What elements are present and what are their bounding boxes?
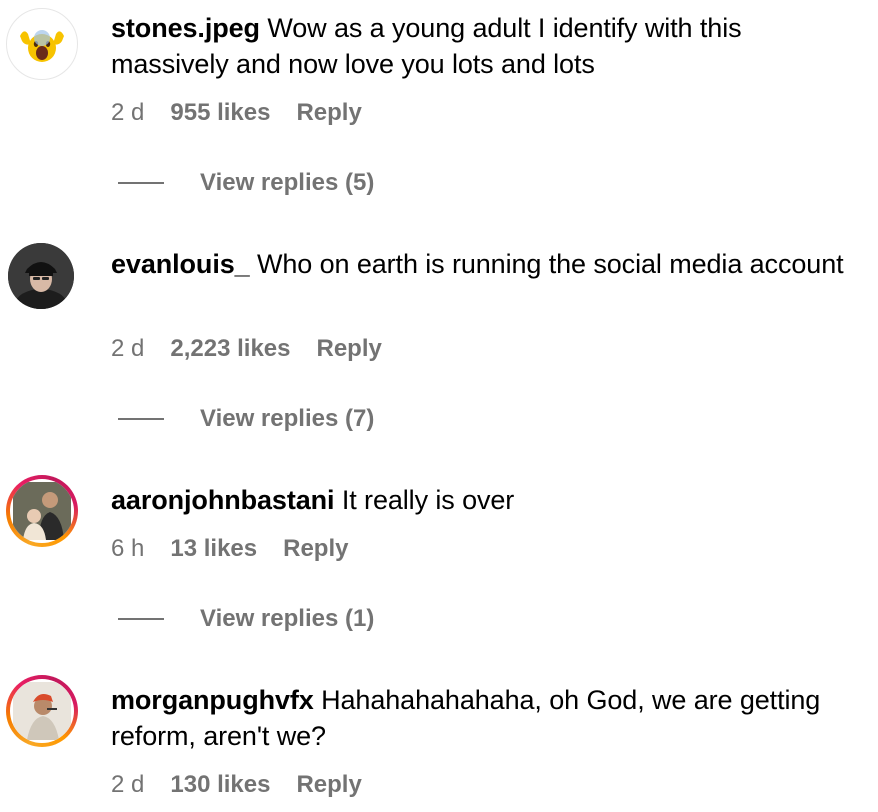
comment-text: stones.jpeg Wow as a young adult I ident… <box>111 10 864 82</box>
comment-time: 2 d <box>111 335 145 362</box>
comment-likes[interactable]: 13 likes <box>170 535 257 563</box>
comment-username[interactable]: evanlouis_ <box>111 249 250 279</box>
profile-photo-icon <box>8 243 74 309</box>
screaming-face-emoji-icon <box>20 30 64 62</box>
comment-text: evanlouis_ Who on earth is running the s… <box>111 246 864 282</box>
avatar[interactable] <box>8 243 74 309</box>
view-replies-button[interactable]: View replies (1) <box>118 604 374 634</box>
view-replies-label: View replies (5) <box>200 169 375 196</box>
reply-button[interactable]: Reply <box>283 535 348 563</box>
comment-likes[interactable]: 2,223 likes <box>170 335 290 363</box>
comment-username[interactable]: aaronjohnbastani <box>111 485 335 515</box>
reply-button[interactable]: Reply <box>296 771 361 799</box>
profile-photo-icon <box>13 682 71 740</box>
view-replies-button[interactable]: View replies (7) <box>118 404 374 434</box>
view-replies-label: View replies (1) <box>200 605 375 632</box>
avatar[interactable] <box>6 8 78 80</box>
comment-likes[interactable]: 130 likes <box>170 771 270 799</box>
comment-likes[interactable]: 955 likes <box>170 99 270 127</box>
comment-text: aaronjohnbastani It really is over <box>111 482 864 518</box>
comment-time: 2 d <box>111 99 145 126</box>
comment-meta: 2 d 2,223 likes Reply <box>111 334 382 364</box>
view-replies-label: View replies (7) <box>200 405 375 432</box>
replies-divider <box>118 182 164 184</box>
comment-time: 6 h <box>111 535 145 562</box>
replies-divider <box>118 618 164 620</box>
replies-divider <box>118 418 164 420</box>
reply-button[interactable]: Reply <box>316 335 381 363</box>
comment-body: It really is over <box>341 485 515 515</box>
reply-button[interactable]: Reply <box>296 99 361 127</box>
comment-meta: 2 d 955 likes Reply <box>111 98 362 128</box>
comment-body: Who on earth is running the social media… <box>256 249 844 279</box>
avatar[interactable] <box>6 675 78 747</box>
comment-time: 2 d <box>111 771 145 798</box>
avatar[interactable] <box>6 475 78 547</box>
comment-text: morganpughvfx Hahahahahahaha, oh God, we… <box>111 682 864 754</box>
profile-photo-icon <box>13 482 71 540</box>
comment-username[interactable]: stones.jpeg <box>111 13 260 43</box>
comment-meta: 2 d 130 likes Reply <box>111 770 362 800</box>
comment-username[interactable]: morganpughvfx <box>111 685 314 715</box>
comment-meta: 6 h 13 likes Reply <box>111 534 348 564</box>
view-replies-button[interactable]: View replies (5) <box>118 168 374 198</box>
